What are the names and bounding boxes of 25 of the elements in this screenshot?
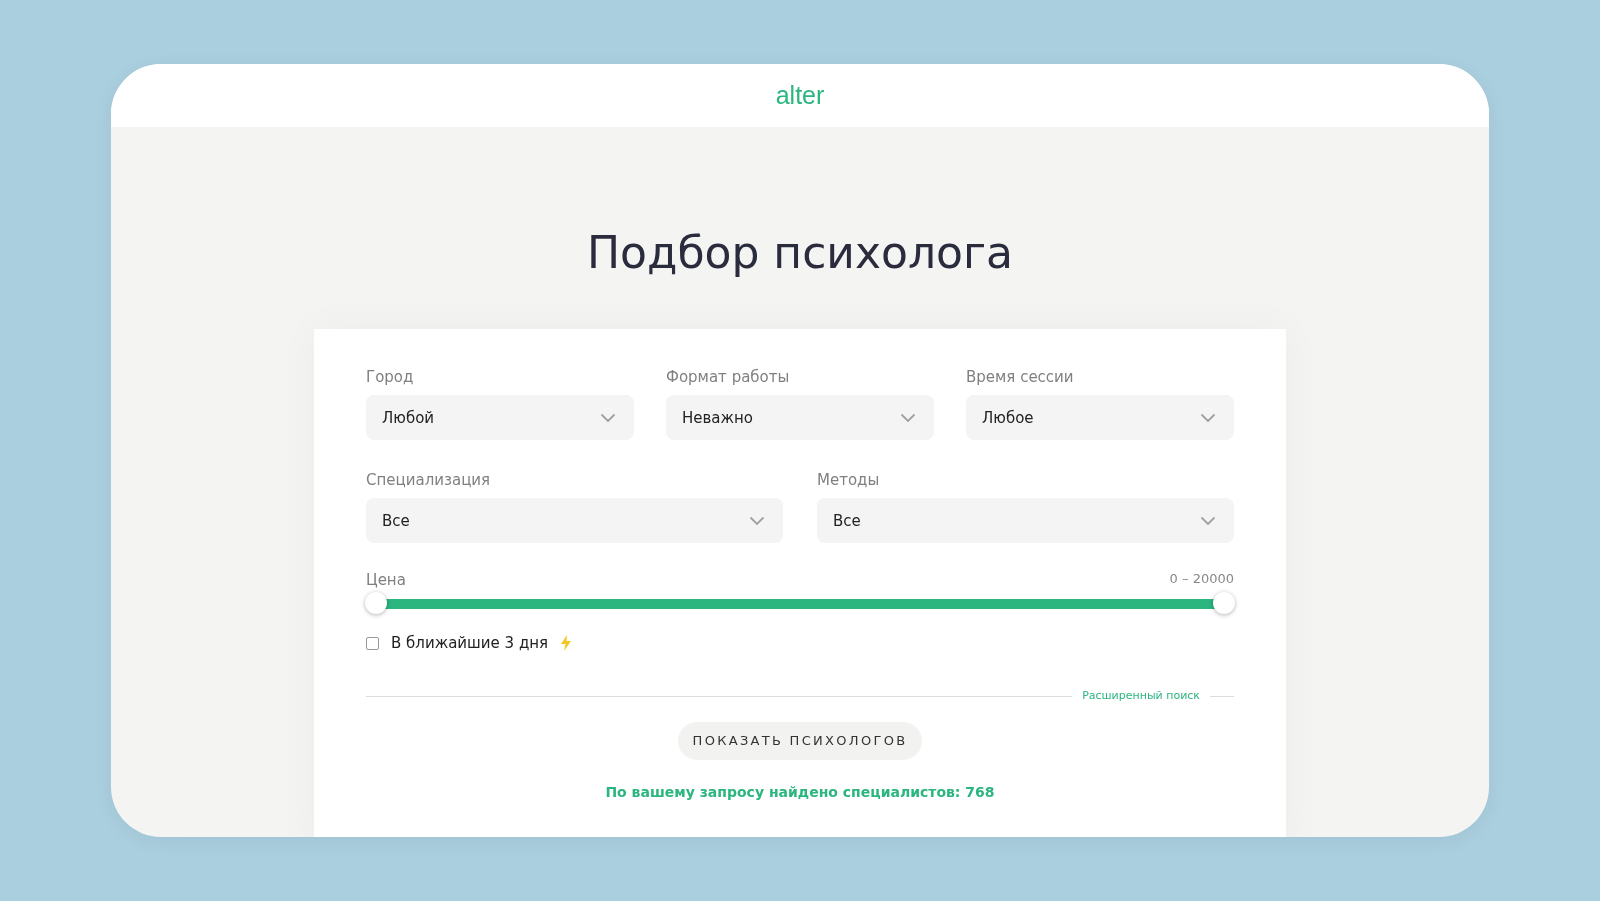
select-field[interactable]: Все	[817, 498, 1234, 544]
field-label: Специализация	[366, 471, 491, 490]
select-field[interactable]: Любой	[366, 395, 634, 441]
field-label: Формат работы	[666, 368, 790, 387]
chevron-down-icon	[1200, 412, 1216, 423]
select-field[interactable]: Все	[366, 498, 783, 544]
price-reading: 0 – 20000	[1169, 570, 1234, 589]
select-field[interactable]: Неважно	[666, 395, 934, 441]
field-label: Цена	[366, 570, 406, 589]
page-title: Подбор психолога	[585, 229, 1014, 278]
chevron-down-icon	[1200, 515, 1216, 526]
field-label: Методы	[817, 471, 880, 490]
result-count: По вашему запросу найдено специалистов: 768	[604, 782, 996, 802]
show-psychologists-button[interactable]: ПОКАЗАТЬ ПСИХОЛОГОВ	[677, 721, 923, 760]
chevron-down-icon	[900, 412, 916, 423]
chevron-down-icon	[749, 515, 765, 526]
chevron-down-icon	[600, 412, 616, 423]
slider-handle[interactable]	[365, 591, 387, 614]
field-label: Город	[366, 368, 414, 387]
checkbox-label[interactable]: В ближайшие 3 дня	[391, 631, 549, 655]
field-label: Время сессии	[966, 368, 1074, 387]
lightning-icon	[560, 635, 573, 652]
slider-handle[interactable]	[1213, 591, 1235, 614]
select-field[interactable]: Любое	[966, 395, 1234, 441]
checkbox[interactable]	[366, 636, 379, 650]
